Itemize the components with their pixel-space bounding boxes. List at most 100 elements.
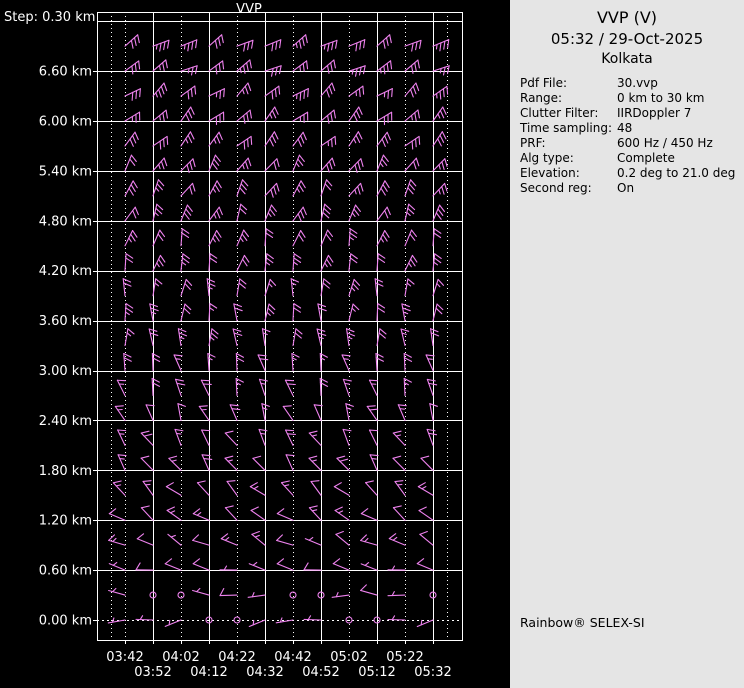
wind-barb-full-tick (369, 430, 377, 431)
step-label: Step: 0.30 km (4, 10, 95, 25)
wind-barb-half-tick (267, 312, 270, 315)
wind-barb-staff (419, 511, 433, 521)
wind-barb-full-tick (381, 188, 385, 195)
wind-barb-full-tick (195, 86, 196, 94)
wind-barb-full-tick (219, 207, 222, 214)
wind-barb-half-tick (169, 620, 170, 624)
wind-barb-full-tick (137, 534, 143, 539)
wind-barb-staff (149, 329, 153, 346)
wind-barb-full-tick (210, 304, 217, 308)
wind-barb-staff (343, 379, 349, 395)
wind-barb-half-tick (160, 116, 161, 120)
x-axis-label: 03:52 (134, 665, 171, 680)
wind-barb-full-tick (132, 92, 133, 100)
wind-barb-full-tick (248, 42, 249, 50)
wind-barb-full-tick (275, 89, 276, 97)
wind-barb-full-tick (294, 304, 301, 308)
wind-barb-half-tick (159, 65, 160, 69)
wind-barb-full-tick (138, 35, 140, 43)
wind-barb-staff (361, 564, 377, 570)
wind-barb-half-tick (155, 212, 158, 215)
wind-barb-full-tick (251, 136, 252, 144)
wind-barb-full-tick (253, 456, 261, 458)
wind-barb-full-tick (444, 41, 445, 49)
wind-barb-full-tick (411, 89, 414, 97)
wind-barb-full-tick (327, 164, 330, 172)
wind-barb-staff (375, 279, 377, 296)
wind-barb-full-tick (269, 304, 275, 310)
wind-barb-full-tick (164, 158, 167, 166)
wind-barb-full-tick (418, 60, 419, 68)
wind-barb-full-tick (375, 279, 382, 282)
wind-barb-full-tick (364, 66, 366, 74)
wind-barb-full-tick (182, 258, 188, 263)
wind-barb-full-tick (304, 563, 308, 570)
wind-barb-full-tick (141, 506, 149, 508)
wind-barb-full-tick (409, 184, 414, 190)
wind-barb-full-tick (419, 507, 426, 510)
wind-barb-full-tick (244, 43, 245, 51)
wind-barb-staff (197, 483, 209, 495)
wind-barb-full-tick (160, 255, 164, 262)
wind-barb-full-tick (131, 234, 135, 241)
wind-barb-full-tick (159, 89, 162, 97)
wind-barb-half-tick (300, 66, 301, 70)
wind-barb-staff (262, 329, 265, 346)
wind-barb-half-tick (261, 433, 265, 434)
wind-barb-full-tick (327, 180, 332, 186)
wind-barb-full-tick (234, 333, 242, 335)
wind-barb-full-tick (197, 481, 205, 483)
wind-barb-full-tick (141, 456, 149, 458)
wind-barb-full-tick (426, 355, 434, 356)
wind-barb-full-tick (301, 211, 304, 218)
wind-barb-full-tick (239, 283, 245, 288)
wind-barb-half-tick (297, 188, 299, 192)
wind-barb-full-tick (140, 89, 141, 97)
wind-barb-full-tick (279, 86, 280, 94)
wind-barb-staff (118, 455, 125, 471)
wind-barb-staff (146, 405, 153, 421)
wind-barb-full-tick (126, 258, 133, 262)
wind-barb-full-tick (141, 431, 149, 433)
y-axis-label: 4.20 km (39, 264, 92, 279)
wind-barb-full-tick (204, 459, 212, 460)
wind-barb-full-tick (193, 509, 199, 514)
wind-barb-full-tick (447, 86, 448, 94)
wind-barb-full-tick (395, 481, 403, 482)
wind-barb-full-tick (369, 380, 377, 381)
wind-barb-half-tick (253, 563, 257, 566)
param-value: Complete (617, 151, 744, 166)
wind-barb-half-tick (214, 139, 216, 143)
wind-barb-full-tick (266, 258, 272, 263)
wind-barb-full-tick (411, 180, 416, 186)
wind-barb-staff (167, 510, 181, 520)
wind-barb-full-tick (271, 205, 276, 211)
wind-barb-full-tick (294, 258, 301, 262)
wind-barb-full-tick (309, 456, 317, 458)
wind-barb-full-tick (258, 355, 266, 356)
wind-barb-full-tick (244, 255, 248, 262)
x-axis-label: 03:42 (106, 650, 143, 665)
x-axis-label: 05:12 (358, 665, 395, 680)
wind-barb-staff (237, 279, 240, 296)
wind-barb-full-tick (217, 211, 220, 218)
wind-barb-full-tick (299, 155, 304, 161)
wind-barb-full-tick (382, 139, 385, 146)
wind-barb-full-tick (270, 209, 275, 215)
wind-barb-staff (225, 508, 237, 520)
wind-barb-staff (293, 329, 296, 346)
plot-border (98, 13, 463, 641)
wind-barb-half-tick (266, 262, 270, 265)
wind-barb-half-tick (400, 409, 404, 410)
wind-barb-staff (259, 429, 265, 445)
wind-barb-full-tick (354, 279, 359, 285)
wind-barb-full-tick (161, 86, 164, 94)
wind-barb-staff (250, 487, 265, 496)
wind-barb-staff (201, 380, 209, 395)
wind-barb-full-tick (244, 230, 249, 236)
wind-barb-half-tick (439, 190, 440, 194)
wind-barb-full-tick (118, 455, 126, 456)
param-row: Second reg:On (520, 181, 744, 196)
wind-barb-full-tick (359, 107, 362, 114)
wind-barb-half-tick (439, 165, 440, 169)
